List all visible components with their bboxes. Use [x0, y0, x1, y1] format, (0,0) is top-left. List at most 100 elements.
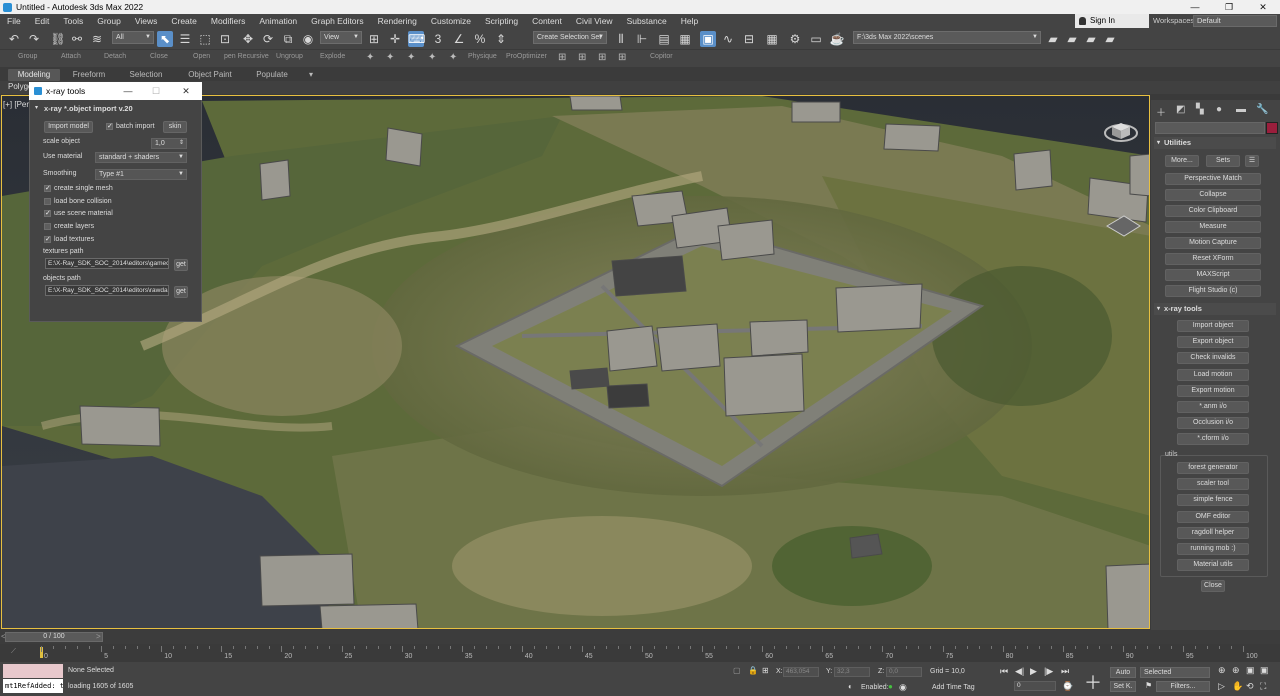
use-material-dropdown[interactable]: standard + shaders ▼ [95, 152, 187, 163]
dialog-maximize-button[interactable]: ☐ [146, 82, 166, 100]
move-icon[interactable]: ✥ [240, 31, 256, 47]
motion-capture-button[interactable]: Motion Capture [1165, 237, 1261, 249]
curve-editor-toggle-icon[interactable]: ⟋ [11, 648, 16, 656]
minimize-button[interactable]: — [1178, 0, 1212, 14]
scale-icon[interactable]: ⧉ [280, 31, 296, 47]
pan-icon[interactable]: ✋ [1232, 681, 1243, 692]
create-single-mesh-checkbox[interactable]: ✓ [44, 185, 51, 192]
modify-tab-icon[interactable]: ◩ [1176, 104, 1185, 115]
link-icon[interactable]: ⛓ [50, 31, 66, 47]
modifier-icon[interactable]: ✦ [449, 52, 457, 63]
lock-selection-icon[interactable]: 🔒 [748, 666, 758, 675]
zoom-extents-icon[interactable]: ▣ [1246, 665, 1255, 676]
workspace-select[interactable]: Default [1193, 15, 1277, 27]
render-frame-icon[interactable]: ▭ [808, 31, 824, 47]
current-frame-field[interactable]: 0 [1014, 681, 1056, 691]
explode-tool[interactable]: Explode [320, 53, 345, 60]
menu-file[interactable]: File [0, 16, 28, 26]
select-object-icon[interactable]: ⬉ [157, 31, 173, 47]
maximize-button[interactable]: ❐ [1212, 0, 1246, 14]
open-folder-icon[interactable]: ▰ [1064, 31, 1080, 47]
material-editor-icon[interactable]: ▦ [764, 31, 780, 47]
x-coord-field[interactable]: 463,054 [783, 667, 819, 677]
menu-group[interactable]: Group [90, 16, 128, 26]
menu-scripting[interactable]: Scripting [478, 16, 525, 26]
anm-io-button[interactable]: *.anm i/o [1177, 401, 1249, 413]
maximize-viewport-icon[interactable]: ⛶ [1260, 681, 1266, 692]
percent-snap-icon[interactable]: % [472, 31, 488, 47]
zoom-icon[interactable]: ⊕ [1218, 665, 1226, 676]
scene-explorer-icon[interactable]: ▦ [677, 31, 693, 47]
dialog-minimize-button[interactable]: — [118, 82, 138, 100]
export-motion-button[interactable]: Export motion [1177, 385, 1249, 397]
viewport-label[interactable]: [+] [Per [3, 100, 29, 109]
maxscript-listener-output[interactable]: mt1RefAdded: t [3, 679, 63, 693]
hierarchy-tab-icon[interactable]: ▚ [1196, 104, 1204, 115]
key-mode-dropdown[interactable]: Selected [1140, 667, 1210, 678]
set-key-button[interactable]: Set K. [1110, 681, 1136, 692]
close-utility-button[interactable]: Close [1201, 580, 1225, 592]
scale-spinner[interactable]: 1,0 ⇕ [151, 138, 187, 149]
isolate-icon[interactable]: ▢ [733, 666, 741, 675]
add-time-tag[interactable]: Add Time Tag [932, 684, 975, 691]
color-clipboard-button[interactable]: Color Clipboard [1165, 205, 1261, 217]
dialog-close-button[interactable]: ✕ [176, 82, 196, 100]
export-object-button[interactable]: Export object [1177, 336, 1249, 348]
redo-icon[interactable]: ↷ [26, 31, 42, 47]
keyboard-shortcut-icon[interactable]: ⌨ [408, 31, 425, 47]
open-tool[interactable]: Open [193, 53, 210, 60]
scaler-tool-button[interactable]: scaler tool [1177, 478, 1249, 490]
xray-tools-rollout-header[interactable]: ▾ x-ray tools [1154, 303, 1276, 315]
adaptive-degradation-icon[interactable]: ◐ [848, 682, 853, 691]
y-coord-field[interactable]: 32,3 [834, 667, 870, 677]
physique-tool[interactable]: Physique [468, 53, 497, 60]
bind-space-warp-icon[interactable]: ≋ [89, 31, 105, 47]
rotate-icon[interactable]: ⟳ [260, 31, 276, 47]
viewcube[interactable] [1103, 113, 1139, 143]
goto-end-icon[interactable]: ⏭ [1061, 666, 1069, 677]
snaps-toggle-icon[interactable]: 3 [430, 31, 446, 47]
sets-button[interactable]: Sets [1206, 155, 1240, 167]
menu-animation[interactable]: Animation [252, 16, 304, 26]
close-tool[interactable]: Close [150, 53, 168, 60]
time-config-icon[interactable]: ⌚ [1062, 681, 1073, 692]
absolute-mode-icon[interactable]: ⊞ [762, 666, 769, 675]
menu-views[interactable]: Views [128, 16, 165, 26]
window-crossing-icon[interactable]: ⊡ [217, 31, 233, 47]
zoom-extents-all-icon[interactable]: ▣ [1260, 665, 1269, 676]
modifier-icon[interactable]: ✦ [407, 52, 415, 63]
menu-substance[interactable]: Substance [620, 16, 674, 26]
perspective-match-button[interactable]: Perspective Match [1165, 173, 1261, 185]
utilities-rollout-header[interactable]: ▾ Utilities [1154, 137, 1276, 149]
z-coord-field[interactable]: 0,0 [886, 667, 922, 677]
object-name-field[interactable] [1155, 122, 1265, 134]
load-bone-collision-checkbox[interactable] [44, 198, 51, 205]
menu-content[interactable]: Content [525, 16, 569, 26]
maxscript-listener-input[interactable] [3, 664, 63, 678]
dialog-title-bar[interactable]: x-ray tools — ☐ ✕ [29, 82, 202, 100]
prooptimizer-tool[interactable]: ProOptimizer [506, 53, 547, 60]
pivot-icon[interactable]: ⊞ [366, 31, 382, 47]
tool-icon[interactable]: ⊞ [578, 52, 586, 63]
group-tool[interactable]: Group [18, 53, 37, 60]
open-recursive-tool[interactable]: pen Recursive [224, 53, 269, 60]
undo-icon[interactable]: ↶ [6, 31, 22, 47]
play-icon[interactable]: ▶ [1030, 666, 1037, 677]
track-bar[interactable] [0, 644, 1280, 662]
omf-editor-button[interactable]: OMF editor [1177, 511, 1249, 523]
unlink-icon[interactable]: ⚯ [69, 31, 85, 47]
tab-object-paint[interactable]: Object Paint [184, 69, 236, 81]
tool-icon[interactable]: ⊞ [598, 52, 606, 63]
time-slider[interactable]: 0 / 100 [5, 632, 103, 642]
modifier-icon[interactable]: ✦ [366, 52, 374, 63]
display-tab-icon[interactable]: ▬ [1236, 104, 1246, 115]
menu-rendering[interactable]: Rendering [371, 16, 424, 26]
modifier-icon[interactable]: ✦ [386, 52, 394, 63]
running-mob-button[interactable]: running mob :) [1177, 543, 1249, 555]
textures-get-button[interactable]: get [174, 259, 188, 271]
objects-path-field[interactable]: E:\X-Ray_SDK_SOC_2014\editors\rawda [45, 285, 169, 296]
zoom-all-icon[interactable]: ⊕ [1232, 665, 1240, 676]
goto-start-icon[interactable]: ⏮ [1000, 666, 1008, 677]
menu-civil-view[interactable]: Civil View [569, 16, 620, 26]
select-by-name-icon[interactable]: ☰ [177, 31, 193, 47]
